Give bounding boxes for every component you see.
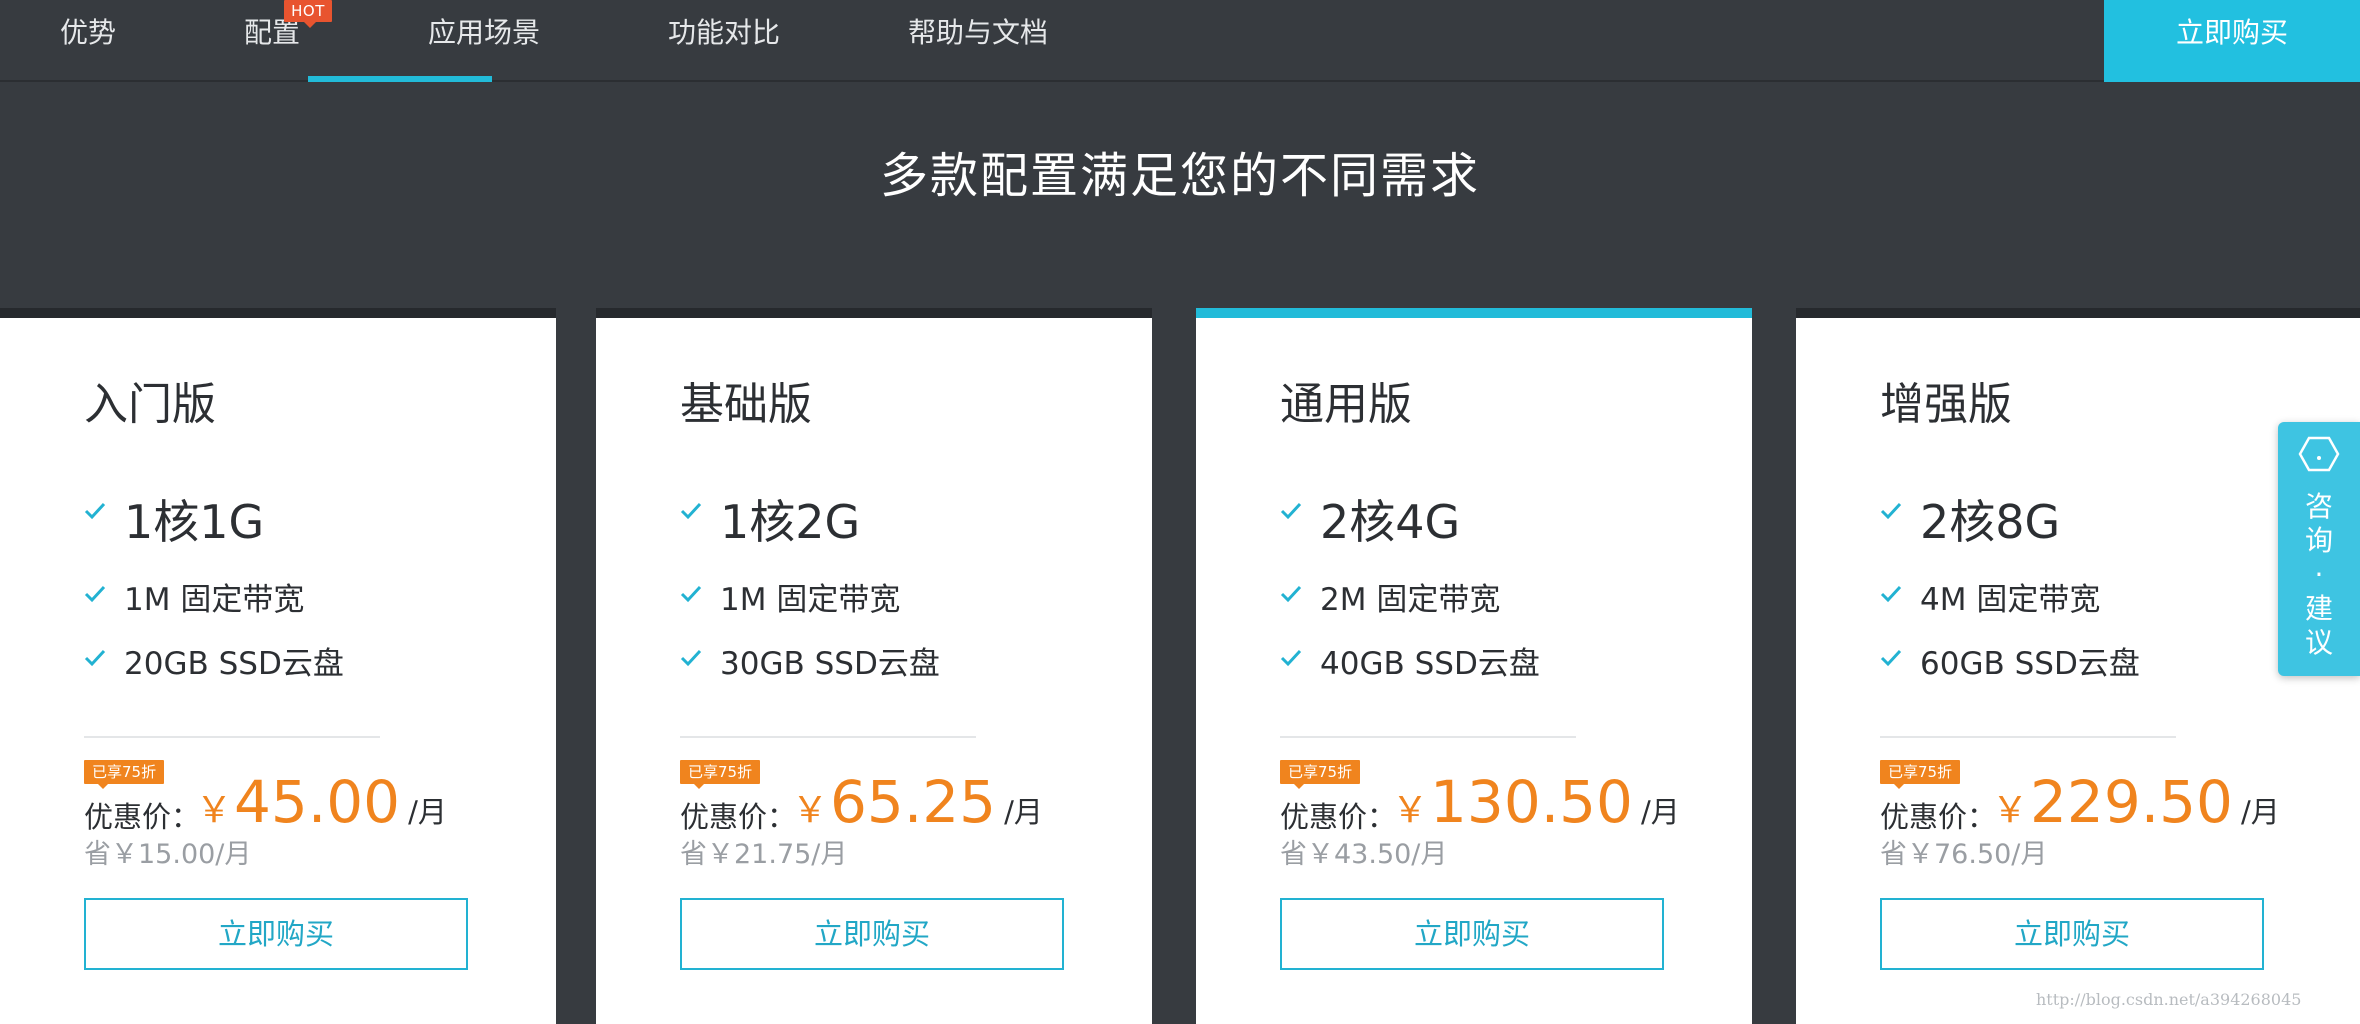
side-char: 咨 bbox=[2304, 490, 2333, 523]
price: ￥45.00/月 bbox=[196, 768, 447, 836]
plan-spec-text: 1核1G bbox=[124, 495, 265, 549]
side-char: 议 bbox=[2304, 626, 2333, 659]
pricing-page: 优势 配置 HOT 应用场景 功能对比 帮助与文档 立即购买 多款配置满足您的不… bbox=[0, 0, 2360, 1024]
plan-disk-text: 60GB SSD云盘 bbox=[1920, 646, 2140, 682]
plan-disk-text: 40GB SSD云盘 bbox=[1320, 646, 1540, 682]
plan-spec-text: 1核2G bbox=[720, 495, 861, 549]
check-icon bbox=[680, 647, 702, 669]
price: ￥229.50/月 bbox=[1992, 768, 2280, 836]
plan-name: 基础版 bbox=[680, 379, 812, 430]
buy-button[interactable]: 立即购买 bbox=[1880, 898, 2264, 970]
plan-card-entry: 入门版 1核1G 1M 固定带宽 20GB SSD云盘 已享75折 优惠价： ￥… bbox=[0, 308, 556, 1024]
price-amount: 229.50 bbox=[2030, 768, 2233, 836]
price-label: 优惠价： bbox=[84, 800, 201, 834]
nav-item-comparison[interactable]: 功能对比 bbox=[668, 0, 780, 82]
price-label: 优惠价： bbox=[1280, 800, 1397, 834]
price-label: 优惠价： bbox=[1880, 800, 1997, 834]
consult-feedback-label: 咨 询 · 建 议 bbox=[2278, 490, 2360, 660]
divider bbox=[84, 736, 380, 738]
plan-card-enhanced: 增强版 2核8G 4M 固定带宽 60GB SSD云盘 已享75折 优惠价： ￥… bbox=[1796, 308, 2360, 1024]
side-char: 询 bbox=[2304, 524, 2333, 557]
savings-text: 省￥15.00/月 bbox=[84, 839, 252, 870]
check-icon bbox=[680, 583, 702, 605]
currency-symbol: ￥ bbox=[1392, 790, 1429, 831]
consult-feedback-widget[interactable]: 咨 询 · 建 议 bbox=[2278, 422, 2360, 676]
divider bbox=[1280, 736, 1576, 738]
discount-badge: 已享75折 bbox=[84, 760, 165, 789]
price-amount: 130.50 bbox=[1430, 768, 1633, 836]
buy-button[interactable]: 立即购买 bbox=[84, 898, 468, 970]
check-icon bbox=[84, 500, 106, 522]
plan-spec-text: 2核4G bbox=[1320, 495, 1461, 549]
plan-disk-text: 20GB SSD云盘 bbox=[124, 646, 344, 682]
page-headline: 多款配置满足您的不同需求 bbox=[879, 148, 1480, 204]
discount-badge: 已享75折 bbox=[680, 760, 761, 789]
plan-name: 增强版 bbox=[1880, 379, 2012, 430]
plan-bandwidth-text: 1M 固定带宽 bbox=[720, 582, 901, 618]
price-label: 优惠价： bbox=[680, 800, 797, 834]
side-char: 建 bbox=[2304, 592, 2333, 625]
check-icon bbox=[1880, 583, 1902, 605]
price-amount: 65.25 bbox=[830, 768, 997, 836]
savings-text: 省￥76.50/月 bbox=[1880, 839, 2048, 870]
price-amount: 45.00 bbox=[234, 768, 401, 836]
nav-item-scenarios[interactable]: 应用场景 bbox=[428, 0, 540, 82]
check-icon bbox=[1280, 583, 1302, 605]
price: ￥130.50/月 bbox=[1392, 768, 1680, 836]
price-unit: /月 bbox=[1640, 795, 1680, 829]
hexagon-icon bbox=[2298, 436, 2340, 476]
price-unit: /月 bbox=[1004, 795, 1043, 829]
side-char: · bbox=[2314, 558, 2324, 591]
divider bbox=[680, 736, 976, 738]
check-icon bbox=[1880, 500, 1902, 522]
nav-active-indicator bbox=[308, 76, 492, 82]
nav-item-advantages[interactable]: 优势 bbox=[60, 0, 116, 82]
check-icon bbox=[1880, 647, 1902, 669]
savings-text: 省￥43.50/月 bbox=[1280, 839, 1448, 870]
plan-spec-text: 2核8G bbox=[1920, 495, 2061, 549]
nav-buy-button[interactable]: 立即购买 bbox=[2104, 0, 2360, 82]
check-icon bbox=[1280, 647, 1302, 669]
check-icon bbox=[84, 647, 106, 669]
nav-item-help-docs[interactable]: 帮助与文档 bbox=[908, 0, 1048, 82]
top-nav: 优势 配置 HOT 应用场景 功能对比 帮助与文档 立即购买 bbox=[0, 0, 2360, 82]
price-unit: /月 bbox=[408, 795, 447, 829]
price: ￥65.25/月 bbox=[792, 768, 1043, 836]
divider bbox=[1880, 736, 2176, 738]
currency-symbol: ￥ bbox=[792, 790, 829, 831]
buy-button[interactable]: 立即购买 bbox=[1280, 898, 1664, 970]
currency-symbol: ￥ bbox=[196, 790, 233, 831]
price-unit: /月 bbox=[2240, 795, 2280, 829]
plan-name: 入门版 bbox=[84, 379, 216, 430]
currency-symbol: ￥ bbox=[1992, 790, 2029, 831]
check-icon bbox=[84, 583, 106, 605]
plan-bandwidth-text: 4M 固定带宽 bbox=[1920, 582, 2101, 618]
discount-badge: 已享75折 bbox=[1280, 760, 1361, 789]
plan-bandwidth-text: 2M 固定带宽 bbox=[1320, 582, 1501, 618]
check-icon bbox=[1280, 500, 1302, 522]
hot-badge: HOT bbox=[284, 0, 332, 28]
watermark: http://blog.csdn.net/a394268045 bbox=[2036, 990, 2302, 1009]
plan-bandwidth-text: 1M 固定带宽 bbox=[124, 582, 305, 618]
savings-text: 省￥21.75/月 bbox=[680, 839, 848, 870]
plan-card-general: 通用版 2核4G 2M 固定带宽 40GB SSD云盘 已享75折 优惠价： ￥… bbox=[1196, 308, 1752, 1024]
discount-badge: 已享75折 bbox=[1880, 760, 1961, 789]
plan-disk-text: 30GB SSD云盘 bbox=[720, 646, 940, 682]
plan-name: 通用版 bbox=[1280, 379, 1412, 430]
check-icon bbox=[680, 500, 702, 522]
plan-card-basic: 基础版 1核2G 1M 固定带宽 30GB SSD云盘 已享75折 优惠价： ￥… bbox=[596, 308, 1152, 1024]
buy-button[interactable]: 立即购买 bbox=[680, 898, 1064, 970]
